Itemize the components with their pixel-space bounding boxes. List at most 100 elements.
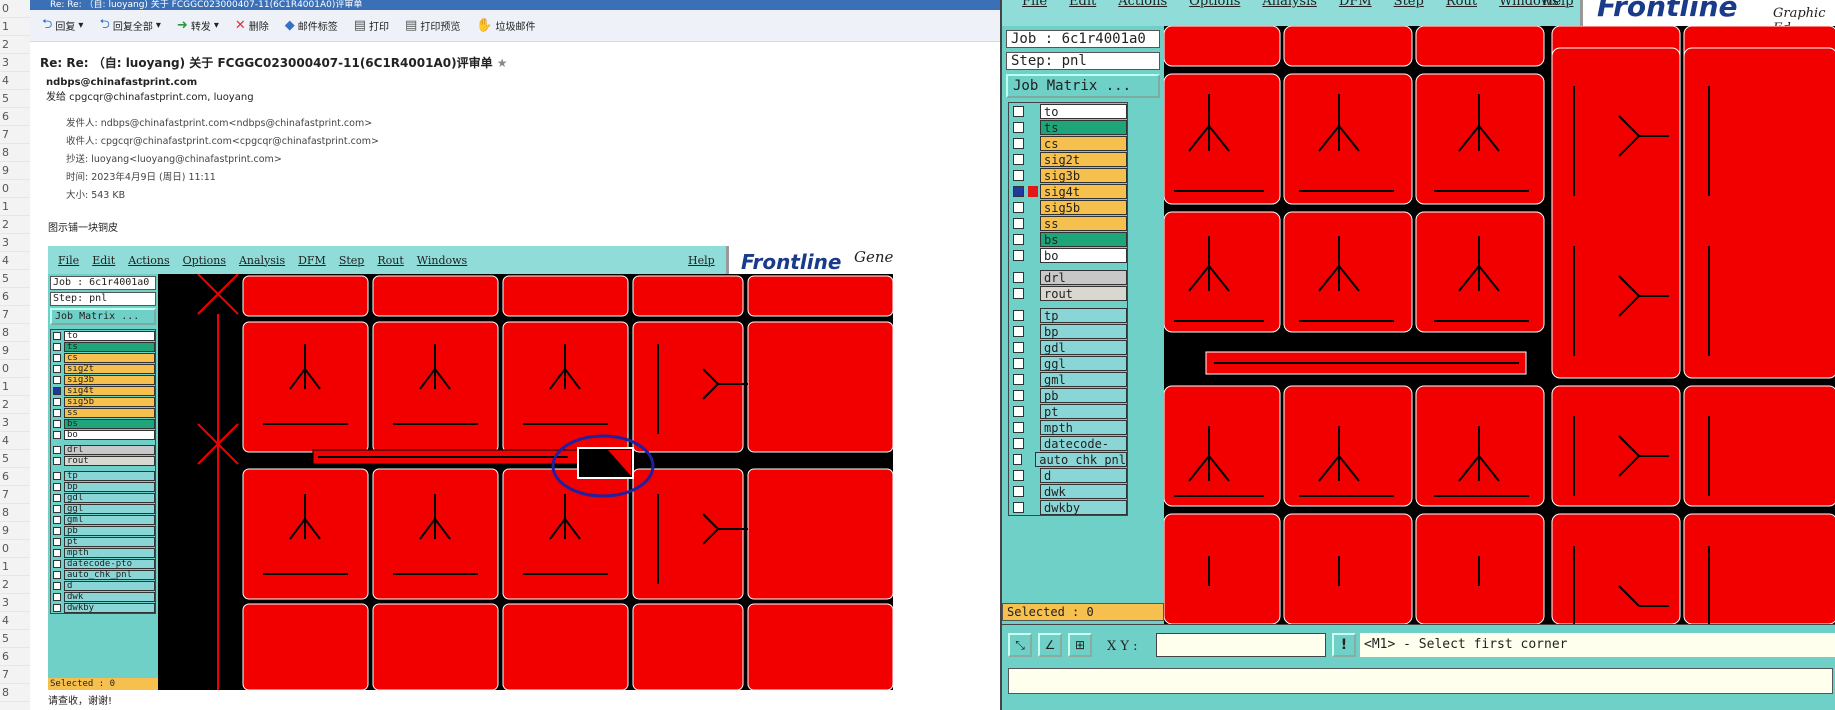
layer-checkbox[interactable] (53, 397, 61, 406)
delete-button[interactable]: ✕ 删除 (235, 18, 269, 33)
layer-checkbox[interactable] (1013, 373, 1024, 385)
menu-step[interactable]: Step (1394, 0, 1424, 9)
layer-checkbox[interactable] (1013, 405, 1024, 417)
layer-checkbox[interactable] (1013, 201, 1024, 213)
menu-actions[interactable]: Actions (1118, 0, 1167, 9)
layer-checkbox[interactable] (1013, 169, 1024, 181)
layer-checkbox[interactable] (53, 456, 61, 465)
menu-analysis[interactable]: Analysis (1262, 0, 1317, 9)
layer-checkbox[interactable] (53, 419, 61, 428)
layer-checkbox[interactable] (1013, 137, 1024, 149)
menu-file[interactable]: File (1022, 0, 1047, 9)
layer-checkbox[interactable] (53, 603, 61, 612)
gen-layer-row[interactable]: gdl (1009, 339, 1127, 355)
shot-layer-row[interactable]: auto_chk_pnl (51, 569, 155, 580)
gen-layer-row[interactable]: ggl (1009, 355, 1127, 371)
gen-layer-row[interactable]: mpth (1009, 419, 1127, 435)
gen-layer-row[interactable]: sig5b (1009, 199, 1127, 215)
gen-layer-row[interactable]: ts (1009, 119, 1127, 135)
shot-layer-row[interactable]: ggl (51, 503, 155, 514)
layer-checkbox[interactable] (1013, 485, 1024, 497)
layer-checkbox[interactable] (53, 504, 61, 513)
layer-checkbox[interactable] (53, 408, 61, 417)
reply-all-button[interactable]: ⮌ 回复全部 ▾ (99, 15, 160, 37)
shot-layer-row[interactable]: mpth (51, 547, 155, 558)
shot-layer-row[interactable]: gml (51, 514, 155, 525)
star-icon[interactable]: ★ (497, 56, 508, 70)
shot-layer-row[interactable]: ts (51, 341, 155, 352)
layer-checkbox[interactable] (1013, 233, 1024, 245)
layer-checkbox[interactable] (53, 548, 61, 557)
shot-layer-row[interactable]: cs (51, 352, 155, 363)
shot-layer-row[interactable]: to (51, 330, 155, 341)
layer-checkbox[interactable] (1013, 437, 1024, 449)
measure-icon[interactable]: ∠ (1038, 633, 1062, 657)
layer-checkbox[interactable] (53, 570, 61, 579)
layer-checkbox[interactable] (1013, 287, 1024, 299)
layer-checkbox[interactable] (53, 581, 61, 590)
layer-checkbox[interactable] (1013, 389, 1024, 401)
gen-layer-row[interactable]: ss (1009, 215, 1127, 231)
mail-tag-button[interactable]: ◆ 邮件标签 (285, 18, 338, 33)
layer-checkbox[interactable] (1013, 217, 1024, 229)
gen-layer-row[interactable]: tp (1009, 307, 1127, 323)
layer-checkbox[interactable] (53, 342, 61, 351)
shot-layer-row[interactable]: ss (51, 407, 155, 418)
menu-options[interactable]: Options (1189, 0, 1240, 9)
layer-checkbox[interactable] (53, 375, 61, 384)
layer-checkbox[interactable] (1013, 105, 1024, 117)
gen-layer-row[interactable]: bo (1009, 247, 1127, 263)
menu-rout[interactable]: Rout (1446, 0, 1477, 9)
xy-input[interactable] (1156, 633, 1326, 657)
gen-layer-row[interactable]: dwkby (1009, 499, 1127, 515)
grid-icon[interactable]: ⊞ (1068, 633, 1092, 657)
shot-layer-row[interactable]: bs (51, 418, 155, 429)
graphics-canvas[interactable] (1164, 26, 1835, 624)
layer-checkbox[interactable] (53, 471, 61, 480)
shot-layer-row[interactable]: dwk (51, 591, 155, 602)
layer-checkbox[interactable] (1013, 271, 1024, 283)
shot-layer-row[interactable]: sig3b (51, 374, 155, 385)
shot-layer-row[interactable]: dwkby (51, 602, 155, 613)
shot-layer-row[interactable]: sig5b (51, 396, 155, 407)
gen-layer-row[interactable]: sig2t (1009, 151, 1127, 167)
gen-layer-row[interactable]: drl (1009, 269, 1127, 285)
gen-layer-row[interactable]: pb (1009, 387, 1127, 403)
gen-layer-row[interactable]: datecode-pto (1009, 435, 1127, 465)
shot-layer-row[interactable]: bp (51, 481, 155, 492)
shot-layer-row[interactable]: drl (51, 444, 155, 455)
layer-checkbox[interactable] (1013, 185, 1024, 197)
shot-layer-row[interactable]: rout (51, 455, 155, 466)
gen-layer-row[interactable]: cs (1009, 135, 1127, 151)
forward-button[interactable]: ➜ 转发 ▾ (177, 18, 219, 33)
layer-checkbox[interactable] (1013, 453, 1022, 465)
shot-layer-row[interactable]: bo (51, 429, 155, 440)
gen-layer-row[interactable]: pt (1009, 403, 1127, 419)
menu-edit[interactable]: Edit (1069, 0, 1096, 9)
shot-layer-row[interactable]: d (51, 580, 155, 591)
gen-layer-row[interactable]: dwk (1009, 483, 1127, 499)
layer-checkbox[interactable] (1013, 325, 1024, 337)
layer-checkbox[interactable] (53, 592, 61, 601)
gen-layer-row[interactable]: gml (1009, 371, 1127, 387)
gen-layer-row[interactable]: d (1009, 467, 1127, 483)
gen-layer-row[interactable]: to (1009, 103, 1127, 119)
layer-checkbox[interactable] (1013, 501, 1024, 513)
layer-checkbox[interactable] (53, 493, 61, 502)
alert-button[interactable]: ! (1332, 633, 1356, 657)
shot-layer-row[interactable]: datecode-pto (51, 558, 155, 569)
layer-checkbox[interactable] (53, 526, 61, 535)
shot-layer-row[interactable]: sig4t (51, 385, 155, 396)
zoom-icon[interactable]: ⤡ (1008, 633, 1032, 657)
shot-layer-row[interactable]: pb (51, 525, 155, 536)
gen-layer-row[interactable]: bs (1009, 231, 1127, 247)
layer-checkbox[interactable] (1013, 249, 1024, 261)
gen-layer-row[interactable]: auto_chk_pnl (1009, 451, 1127, 467)
print-button[interactable]: ▤ 打印 (354, 18, 389, 33)
layer-checkbox[interactable] (53, 331, 61, 340)
shot-layer-row[interactable]: sig2t (51, 363, 155, 374)
layer-checkbox[interactable] (53, 445, 61, 454)
layer-checkbox[interactable] (1013, 469, 1024, 481)
layer-checkbox[interactable] (1013, 309, 1024, 321)
layer-checkbox[interactable] (53, 482, 61, 491)
